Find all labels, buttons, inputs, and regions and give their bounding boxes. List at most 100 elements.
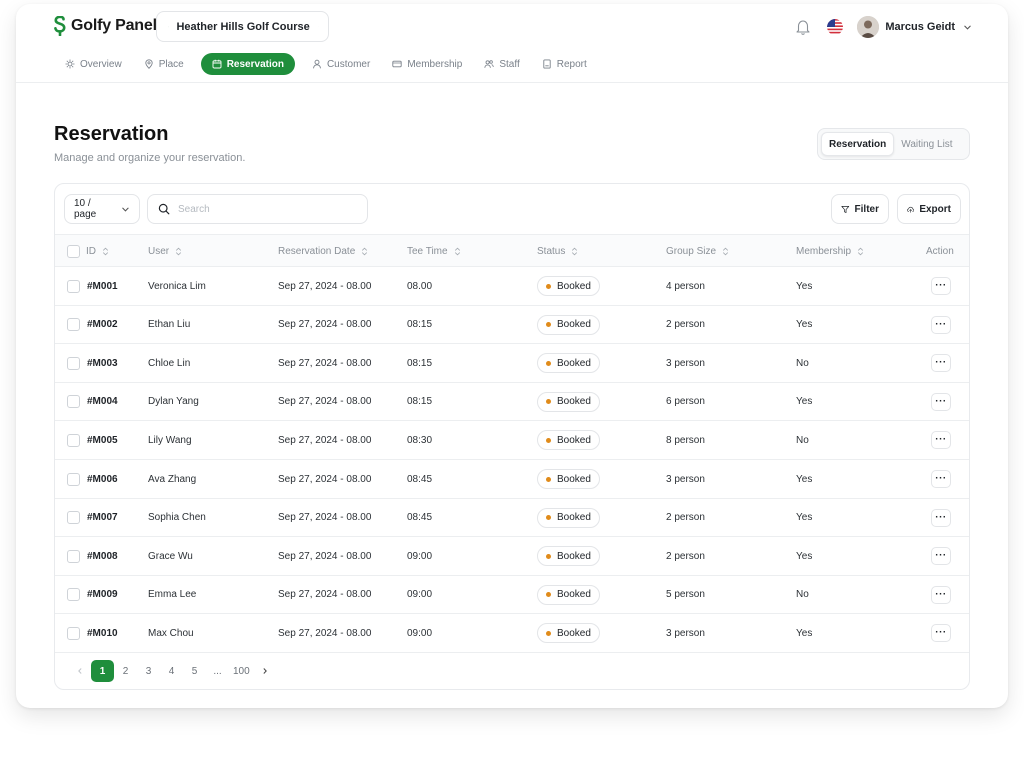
nav-overview[interactable]: Overview	[54, 53, 133, 75]
golfy-logo-icon	[54, 16, 66, 36]
chevron-down-icon	[122, 207, 129, 212]
nav-report[interactable]: Report	[531, 53, 598, 75]
table-row[interactable]: #M001 Veronica Lim Sep 27, 2024 - 08.00 …	[55, 267, 969, 306]
row-date: Sep 27, 2024 - 08.00	[278, 589, 372, 601]
row-tee-time: 08:15	[407, 319, 433, 331]
row-checkbox[interactable]	[67, 549, 80, 563]
main-nav: Overview Place Reservation Customer Memb…	[54, 53, 598, 75]
chevron-down-icon[interactable]	[963, 23, 972, 32]
row-checkbox[interactable]	[67, 395, 80, 409]
page-button[interactable]: 3	[137, 660, 160, 682]
table-row[interactable]: #M009 Emma Lee Sep 27, 2024 - 08.00 09:0…	[55, 576, 969, 615]
status-badge: Booked	[537, 391, 600, 412]
row-checkbox[interactable]	[67, 626, 80, 640]
table-row[interactable]: #M005 Lily Wang Sep 27, 2024 - 08.00 08:…	[55, 421, 969, 460]
avatar[interactable]	[857, 16, 880, 38]
prev-page-button[interactable]	[68, 660, 91, 682]
page-button[interactable]: 1	[91, 660, 114, 682]
row-checkbox[interactable]	[67, 472, 80, 486]
row-user: Emma Lee	[148, 589, 197, 601]
row-checkbox[interactable]	[67, 588, 80, 602]
pin-icon	[145, 59, 153, 69]
row-checkbox[interactable]	[67, 279, 80, 293]
page-ellipsis: ...	[213, 665, 222, 677]
more-actions-button[interactable]: ···	[931, 354, 951, 373]
tab-waiting-list[interactable]: Waiting List	[894, 132, 959, 156]
page-title: Reservation	[54, 123, 169, 145]
nav-label: Reservation	[226, 58, 284, 70]
pagination: 1 2 3 4 5 ... 100	[68, 660, 277, 682]
tab-reservation[interactable]: Reservation	[821, 132, 895, 156]
export-button[interactable]: Export	[897, 194, 961, 224]
page-button[interactable]: 100	[229, 660, 254, 682]
row-id: #M005	[87, 434, 118, 446]
status-badge: Booked	[537, 469, 600, 489]
more-actions-button[interactable]: ···	[931, 431, 951, 450]
row-date: Sep 27, 2024 - 08.00	[278, 550, 372, 562]
status-dot	[546, 437, 551, 443]
more-actions-button[interactable]: ···	[931, 392, 951, 411]
status-dot	[546, 360, 551, 366]
header-group-size[interactable]: Group Size	[666, 235, 729, 268]
nav-staff[interactable]: Staff	[473, 53, 530, 75]
header-reservation-date[interactable]: Reservation Date	[278, 235, 368, 268]
more-actions-button[interactable]: ···	[931, 277, 951, 295]
row-checkbox[interactable]	[67, 433, 80, 447]
row-user: Lily Wang	[148, 434, 192, 446]
header-tee-time[interactable]: Tee Time	[407, 235, 461, 268]
header-membership[interactable]: Membership	[796, 235, 864, 268]
table-row[interactable]: #M003 Chloe Lin Sep 27, 2024 - 08.00 08:…	[55, 344, 969, 383]
table-row[interactable]: #M004 Dylan Yang Sep 27, 2024 - 08.00 08…	[55, 383, 969, 422]
brand[interactable]: Golfy Panel	[54, 16, 157, 36]
sort-icon	[572, 247, 578, 256]
nav-customer[interactable]: Customer	[301, 53, 381, 75]
row-group-size: 3 person	[666, 473, 705, 485]
header-id[interactable]: ID	[67, 235, 109, 268]
row-checkbox[interactable]	[67, 318, 80, 332]
header-user[interactable]: User	[148, 235, 182, 268]
us-flag-icon[interactable]	[827, 19, 844, 35]
more-actions-button[interactable]: ···	[931, 585, 951, 604]
filter-button[interactable]: Filter	[831, 194, 889, 224]
row-tee-time: 08:45	[407, 473, 433, 485]
nav-reservation[interactable]: Reservation	[200, 53, 295, 75]
table-row[interactable]: #M006 Ava Zhang Sep 27, 2024 - 08.00 08:…	[55, 460, 969, 499]
table-row[interactable]: #M010 Max Chou Sep 27, 2024 - 08.00 09:0…	[55, 614, 969, 653]
user-name[interactable]: Marcus Geidt	[885, 21, 955, 33]
row-id: #M007	[87, 512, 118, 524]
sort-icon	[176, 247, 182, 256]
per-page-select[interactable]: 10 / page	[64, 194, 140, 224]
table-row[interactable]: #M002 Ethan Liu Sep 27, 2024 - 08.00 08:…	[55, 306, 969, 345]
row-group-size: 4 person	[666, 280, 705, 292]
next-page-button[interactable]	[254, 660, 277, 682]
table-row[interactable]: #M008 Grace Wu Sep 27, 2024 - 08.00 09:0…	[55, 537, 969, 576]
course-select[interactable]: Heather Hills Golf Course	[156, 11, 329, 42]
row-membership: Yes	[796, 396, 813, 408]
per-page-value: 10 / page	[74, 198, 97, 220]
header-label: Membership	[796, 246, 852, 257]
header-status[interactable]: Status	[537, 235, 578, 268]
row-user: Ava Zhang	[148, 473, 197, 485]
nav-membership[interactable]: Membership	[381, 53, 473, 75]
status-badge: Booked	[537, 314, 600, 335]
more-actions-button[interactable]: ···	[931, 624, 951, 643]
row-date: Sep 27, 2024 - 08.00	[278, 357, 372, 369]
bell-icon[interactable]	[795, 18, 811, 36]
search-box[interactable]	[147, 194, 368, 224]
page-button[interactable]: 2	[114, 660, 137, 682]
top-bar: Golfy Panel Heather Hills Golf Course Ma…	[16, 4, 1008, 48]
more-actions-button[interactable]: ···	[931, 470, 951, 488]
more-actions-button[interactable]: ···	[931, 315, 951, 334]
more-actions-button[interactable]: ···	[931, 547, 951, 566]
row-checkbox[interactable]	[67, 356, 80, 370]
table-row[interactable]: #M007 Sophia Chen Sep 27, 2024 - 08.00 0…	[55, 499, 969, 538]
page-button[interactable]: 5	[183, 660, 206, 682]
nav-place[interactable]: Place	[133, 53, 195, 75]
header-action: Action	[926, 235, 954, 268]
search-input[interactable]	[178, 203, 348, 215]
row-date: Sep 27, 2024 - 08.00	[278, 434, 372, 446]
page-button[interactable]: 4	[160, 660, 183, 682]
more-actions-button[interactable]: ···	[931, 508, 951, 527]
select-all-checkbox[interactable]	[67, 245, 80, 258]
row-checkbox[interactable]	[67, 511, 80, 525]
